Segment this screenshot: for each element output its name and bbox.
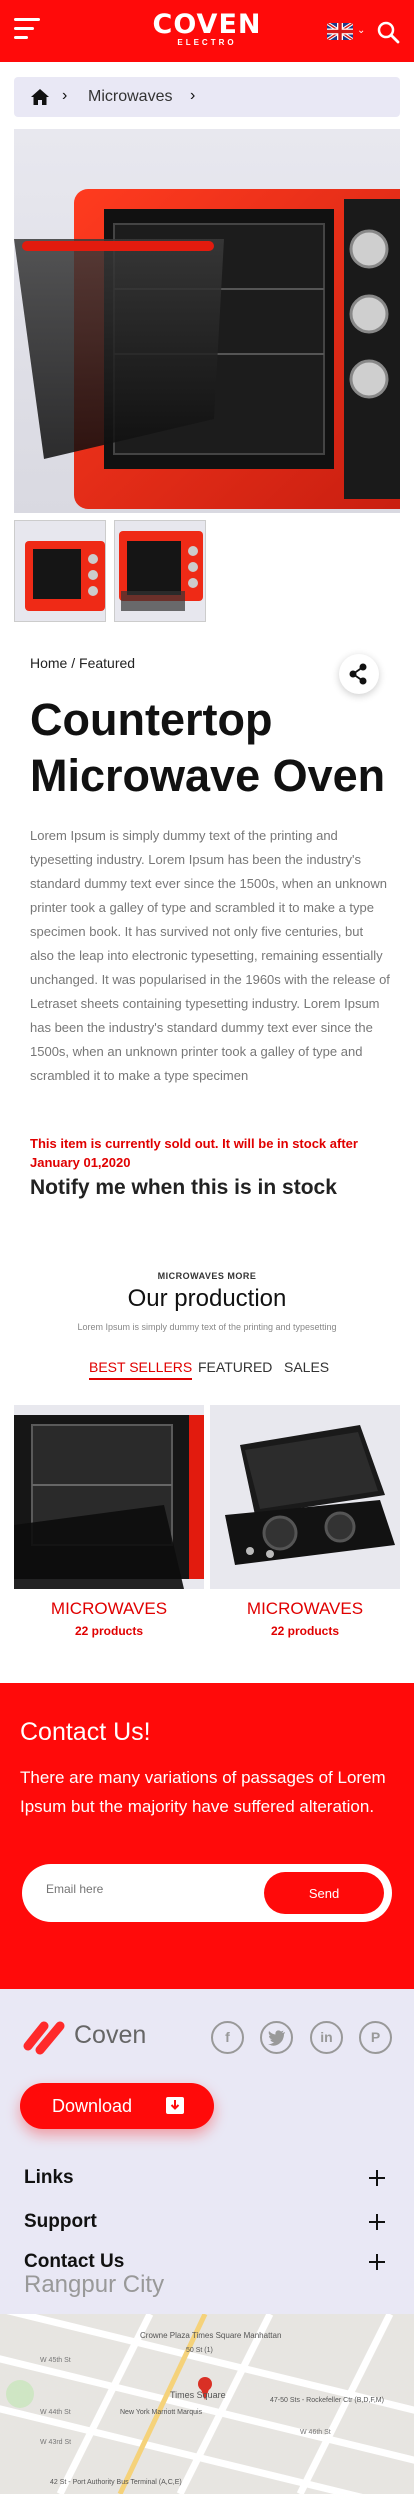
product-title: Countertop Microwave Oven xyxy=(30,694,386,801)
download-icon xyxy=(166,2097,184,2114)
accordion-label: Links xyxy=(24,2167,74,2188)
plus-icon xyxy=(369,2254,385,2270)
product-description: Lorem Ipsum is simply dummy text of the … xyxy=(30,828,390,1083)
category-image xyxy=(14,1405,204,1589)
contact-title: Contact Us! xyxy=(20,1718,151,1746)
category-name: MICROWAVES xyxy=(50,1599,168,1618)
download-button[interactable]: Download xyxy=(20,2083,214,2129)
uk-flag-icon xyxy=(327,23,353,40)
footer-logo-icon[interactable] xyxy=(22,2016,72,2056)
map-label: 50 St (1) xyxy=(186,2347,213,2354)
stock-notice: This item is currently sold out. It will… xyxy=(30,1136,358,1170)
footer: Coven f in P Download Links Support Cont… xyxy=(0,1989,414,2314)
home-icon[interactable] xyxy=(30,87,50,107)
download-label: Download xyxy=(52,2096,133,2116)
menu-icon[interactable] xyxy=(14,18,40,40)
email-field[interactable] xyxy=(46,1882,246,1896)
plus-icon xyxy=(369,2214,385,2230)
section-title: Our production xyxy=(127,1285,287,1312)
logo-word: COVEN xyxy=(152,9,262,40)
breadcrumb: › Microwaves › xyxy=(14,77,400,117)
contact-section: Contact Us! There are many variations of… xyxy=(0,1683,414,1989)
category-name: MICROWAVES xyxy=(246,1599,364,1618)
footer-brand: Coven xyxy=(74,2021,147,2049)
category-card[interactable]: MICROWAVES 22 products xyxy=(210,1405,400,1638)
top-header: COVEN ELECTRO ⌄ xyxy=(0,0,414,62)
plus-icon xyxy=(369,2170,385,2186)
search-icon[interactable] xyxy=(376,20,400,44)
map-label: 47-50 Sts - Rockefeller Ctr (B,D,F,M) xyxy=(270,2397,384,2404)
map-label: W 45th St xyxy=(40,2357,71,2364)
brand-logo[interactable]: COVEN ELECTRO xyxy=(140,9,274,48)
product-breadcrumb[interactable]: Home / Featured xyxy=(30,655,135,671)
linkedin-icon[interactable]: in xyxy=(310,2021,343,2054)
location-map[interactable]: Crowne Plaza Times Square Manhattan Time… xyxy=(0,2314,414,2494)
map-label: W 44th St xyxy=(40,2409,71,2416)
email-form: Send xyxy=(22,1864,392,1922)
chevron-right-icon: › xyxy=(62,87,68,104)
facebook-icon[interactable]: f xyxy=(211,2021,244,2054)
category-count: 22 products xyxy=(74,1624,143,1638)
twitter-icon[interactable] xyxy=(260,2021,293,2054)
tab-best-sellers[interactable]: BEST SELLERS xyxy=(89,1359,193,1380)
category-count: 22 products xyxy=(270,1624,339,1638)
language-selector[interactable]: ⌄ xyxy=(327,23,367,41)
footer-city: Rangpur City xyxy=(24,2271,165,2298)
section-subtitle: Lorem Ipsum is simply dummy text of the … xyxy=(77,1322,337,1332)
accordion-support[interactable]: Support xyxy=(24,2211,386,2241)
breadcrumb-category[interactable]: Microwaves xyxy=(88,88,172,106)
map-label: Times Square xyxy=(170,2390,226,2400)
map-label: New York Marriott Marquis xyxy=(120,2409,203,2416)
accordion-label: Support xyxy=(24,2211,97,2232)
category-card[interactable]: MICROWAVES 22 products xyxy=(14,1405,204,1638)
tab-featured[interactable]: FEATURED xyxy=(198,1359,272,1375)
pinterest-icon[interactable]: P xyxy=(359,2021,392,2054)
share-icon xyxy=(349,663,367,685)
product-main-image xyxy=(14,129,400,513)
accordion-links[interactable]: Links xyxy=(24,2167,386,2197)
map-label: 42 St - Port Authority Bus Terminal (A,C… xyxy=(50,2479,182,2486)
map-label: W 46th St xyxy=(300,2429,331,2436)
chevron-right-icon: › xyxy=(190,87,196,104)
map-label: Crowne Plaza Times Square Manhattan xyxy=(140,2331,281,2340)
chevron-down-icon: ⌄ xyxy=(357,25,366,36)
map-label: W 43rd St xyxy=(40,2439,71,2446)
category-image xyxy=(210,1405,400,1589)
product-thumbnail[interactable] xyxy=(114,520,206,622)
contact-text: There are many variations of passages of… xyxy=(20,1768,386,1816)
tab-sales[interactable]: SALES xyxy=(284,1359,329,1375)
accordion-label: Contact Us xyxy=(24,2251,125,2272)
section-eyebrow: MICROWAVES MORE xyxy=(157,1271,257,1281)
notify-stock-link[interactable]: Notify me when this is in stock xyxy=(30,1176,337,1200)
product-thumbnail[interactable] xyxy=(14,520,106,622)
share-button[interactable] xyxy=(339,654,379,694)
send-button[interactable]: Send xyxy=(264,1872,384,1914)
